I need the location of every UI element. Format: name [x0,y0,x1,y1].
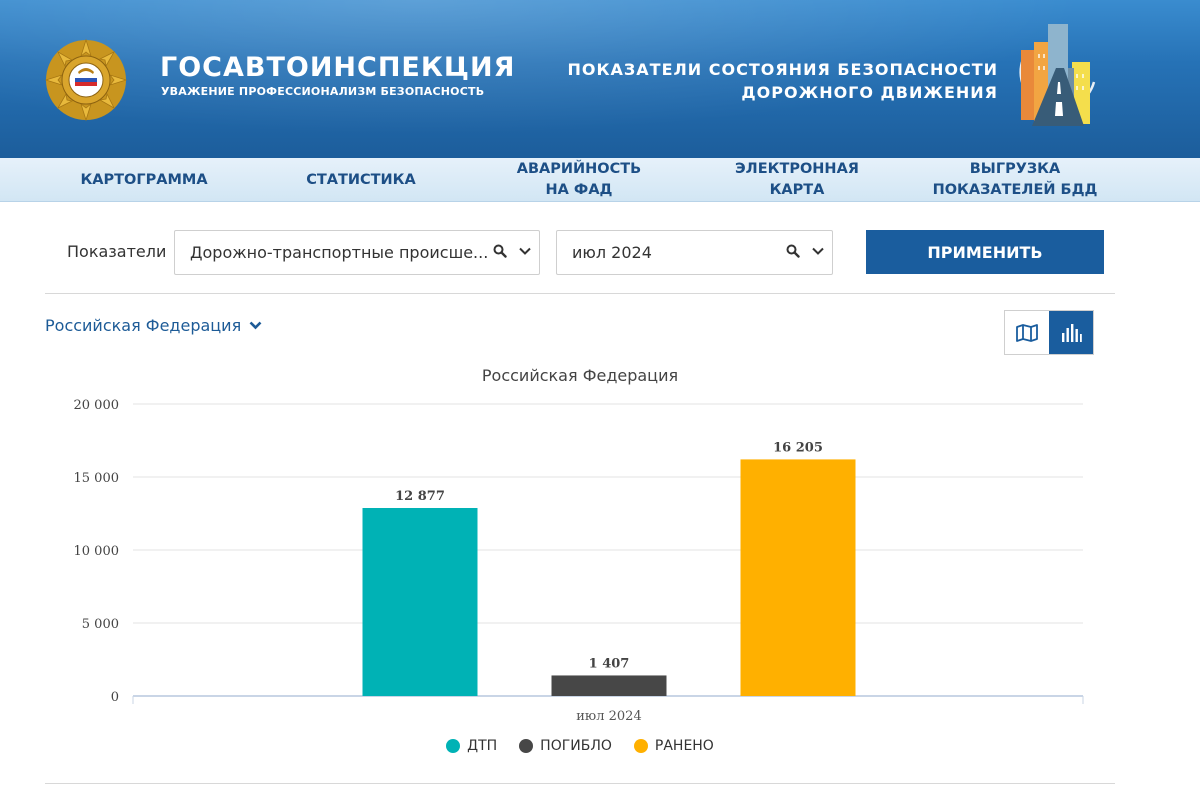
nav-item-fad-accidents[interactable]: АВАРИЙНОСТЬ НА ФАД [500,158,658,202]
view-toggle [1004,310,1094,355]
nav-item-export-indicators-line1: ВЫГРУЗКА [969,161,1061,177]
divider [45,783,1115,784]
nav-item-electronic-map-line2: КАРТА [769,182,825,198]
nav-item-fad-accidents-line2: НА ФАД [545,182,613,198]
bar-1 [362,507,478,696]
nav-item-fad-accidents-line1: АВАРИЙНОСТЬ [516,161,642,177]
x-category-label: июл 2024 [576,709,641,724]
period-select[interactable]: июл 2024 [556,230,833,275]
map-view-button[interactable] [1005,311,1049,354]
traffic-police-emblem-icon[interactable] [44,38,128,122]
search-icon [786,244,800,258]
y-tick-label: 0 [111,690,119,705]
chart-title: Российская Федерация [482,366,678,385]
main-nav: КАРТОГРАММА СТАТИСТИКА АВАРИЙНОСТЬ НА ФА… [0,158,1200,202]
legend-label: ДТП [467,738,498,754]
legend-marker [519,739,534,753]
y-tick-label: 15 000 [74,471,120,486]
nav-item-cartogram[interactable]: КАРТОГРАММА [64,158,224,202]
search-icon [493,244,507,258]
y-tick-label: 5 000 [82,617,119,632]
indicators-label: Показатели [67,242,167,261]
nav-item-electronic-map[interactable]: ЭЛЕКТРОННАЯ КАРТА [720,158,874,202]
bar-chart: Российская Федерация 0 5 000 10 000 15 000 20… [74,366,1084,724]
nav-item-statistics-label: СТАТИСТИКА [306,171,416,188]
portal-title-line2: ДОРОЖНОГО ДВИЖЕНИЯ [741,83,998,102]
nav-item-electronic-map-line1: ЭЛЕКТРОННАЯ [735,161,859,177]
legend-item[interactable]: ПОГИБЛО [519,738,612,754]
period-select-value: июл 2024 [572,243,652,262]
nav-item-statistics[interactable]: СТАТИСТИКА [286,158,436,202]
road-safety-logo-icon[interactable] [1012,22,1102,130]
data-label: 12 877 [395,489,445,504]
indicator-select[interactable]: Дорожно-транспортные происше... [174,230,540,275]
nav-item-export-indicators[interactable]: ВЫГРУЗКА ПОКАЗАТЕЛЕЙ БДД [930,158,1100,202]
nav-item-export-indicators-line2: ПОКАЗАТЕЛЕЙ БДД [932,182,1098,198]
legend-label: РАНЕНО [654,738,714,754]
brand-title[interactable]: ГОСАВТОИНСПЕКЦИЯ [160,52,515,83]
site-header: ГОСАВТОИНСПЕКЦИЯ УВАЖЕНИЕ ПРОФЕССИОНАЛИЗ… [0,0,1200,158]
legend-item[interactable]: РАНЕНО [633,738,714,754]
divider [45,293,1115,294]
bar-chart-icon [1062,323,1082,342]
region-selector[interactable]: Российская Федерация [45,316,262,335]
indicator-select-value: Дорожно-транспортные происше... [190,243,489,262]
legend-marker [633,739,648,753]
apply-button[interactable]: ПРИМЕНИТЬ [866,230,1104,274]
nav-item-cartogram-label: КАРТОГРАММА [80,171,208,188]
region-selector-label: Российская Федерация [45,316,242,335]
legend-item[interactable]: ДТП [446,738,497,754]
y-tick-label: 10 000 [74,544,120,559]
y-tick-label: 20 000 [74,398,120,413]
brand-subtitle: УВАЖЕНИЕ ПРОФЕССИОНАЛИЗМ БЕЗОПАСНОСТЬ [161,85,485,98]
chevron-down-icon [519,247,531,255]
portal-title: ПОКАЗАТЕЛИ СОСТОЯНИЯ БЕЗОПАСНОСТИ ДОРОЖН… [567,58,998,104]
portal-title-line1: ПОКАЗАТЕЛИ СОСТОЯНИЯ БЕЗОПАСНОСТИ [567,60,998,79]
chevron-down-icon [812,247,824,255]
bar-3 [740,459,856,696]
bar-2 [551,675,667,696]
chart-view-button[interactable] [1049,311,1093,354]
chart-legend: ДТП ПОГИБЛО РАНЕНО [0,738,1160,754]
map-icon [1016,323,1038,342]
legend-marker [446,739,461,753]
data-label: 16 205 [773,440,823,455]
chevron-down-icon [249,321,262,330]
data-label: 1 407 [589,656,630,671]
legend-label: ПОГИБЛО [540,738,612,754]
